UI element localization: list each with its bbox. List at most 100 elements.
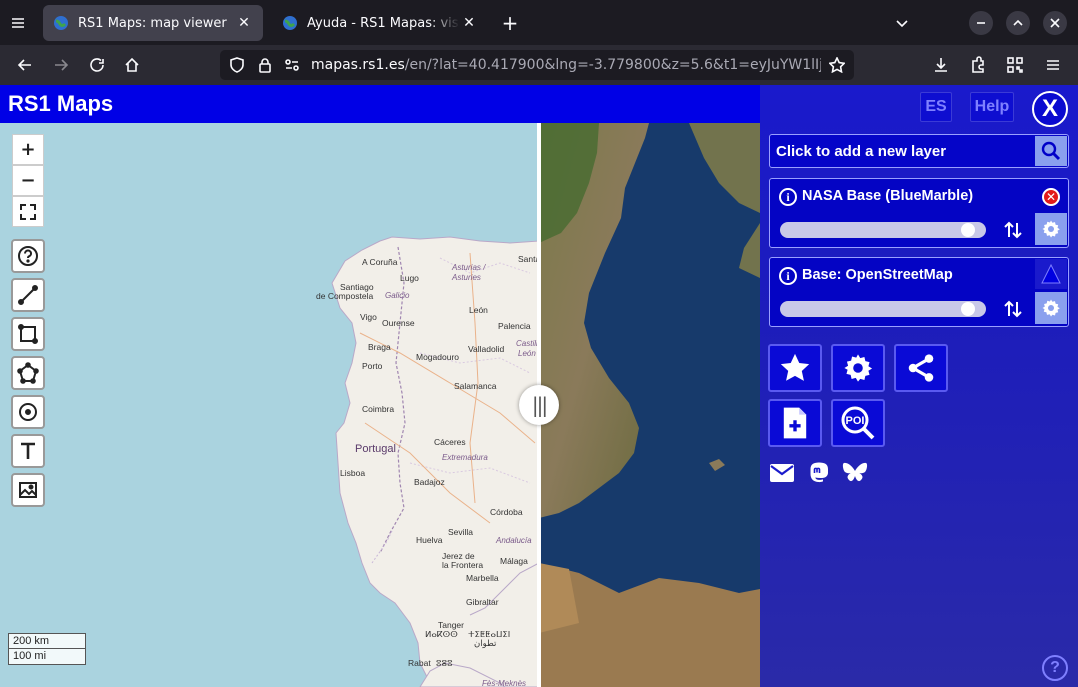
map-label-huelva: Huelva bbox=[416, 535, 443, 545]
map-label-vigo: Vigo bbox=[360, 312, 377, 322]
butterfly-icon bbox=[842, 462, 868, 482]
help-button[interactable]: Help bbox=[970, 92, 1014, 122]
map-label-a-coruna: A Coruña bbox=[362, 257, 398, 267]
share-button[interactable] bbox=[894, 344, 948, 392]
qr-code-icon[interactable] bbox=[1003, 53, 1027, 77]
maximize-icon[interactable] bbox=[1006, 11, 1030, 35]
layer-card-nasa: i NASA Base (BlueMarble) ✕ bbox=[769, 178, 1069, 248]
slider-knob[interactable] bbox=[960, 223, 975, 237]
bookmark-star-icon[interactable] bbox=[828, 56, 846, 74]
language-es-button[interactable]: ES bbox=[920, 92, 952, 122]
swap-layer-order-icon[interactable] bbox=[1002, 298, 1024, 320]
layer-opacity-slider[interactable] bbox=[780, 301, 986, 317]
tab-overflow-chevron-icon[interactable] bbox=[890, 11, 914, 35]
map-label-leon: León bbox=[469, 305, 488, 315]
zoom-out-button[interactable]: − bbox=[12, 165, 44, 196]
draw-line-button[interactable] bbox=[11, 278, 45, 312]
circle-icon bbox=[19, 403, 37, 421]
swipe-handle[interactable]: ||| bbox=[519, 385, 559, 425]
draw-rectangle-button[interactable] bbox=[11, 317, 45, 351]
tab-label: RS1 Maps: map viewer bbox=[78, 15, 227, 31]
layer-settings-button[interactable] bbox=[1035, 292, 1067, 324]
help-circle-button[interactable]: ? bbox=[1042, 655, 1068, 681]
draw-circle-button[interactable] bbox=[11, 395, 45, 429]
tab-ayuda[interactable]: Ayuda - RS1 Mapas: visualizador ✕ bbox=[272, 5, 488, 41]
new-tab-icon[interactable]: + bbox=[498, 11, 522, 35]
line-icon bbox=[18, 285, 38, 305]
poi-search-button[interactable]: POI bbox=[831, 399, 885, 447]
settings-button[interactable] bbox=[831, 344, 885, 392]
home-icon[interactable] bbox=[120, 53, 144, 77]
forward-icon[interactable] bbox=[49, 53, 73, 77]
url-bar[interactable]: mapas.rs1.es/en/?lat=40.417900&lng=-3.77… bbox=[220, 50, 854, 80]
move-layer-up-button[interactable] bbox=[1035, 259, 1067, 289]
remove-layer-icon[interactable]: ✕ bbox=[1042, 188, 1060, 206]
map-label-malaga: Málaga bbox=[500, 556, 528, 566]
downloads-icon[interactable] bbox=[929, 53, 953, 77]
bluesky-link[interactable] bbox=[842, 460, 868, 486]
map-label-galicio: Galicio bbox=[385, 291, 410, 300]
map-label-coimbra: Coimbra bbox=[362, 404, 395, 414]
globe-favicon-icon bbox=[283, 16, 297, 30]
lock-icon[interactable] bbox=[256, 56, 274, 74]
tab-list-icon[interactable] bbox=[6, 11, 30, 35]
site-title: RS1 Maps bbox=[8, 91, 114, 116]
iberian-peninsula-osm-land bbox=[331, 236, 539, 687]
info-icon[interactable]: i bbox=[779, 267, 797, 285]
tab-close-icon[interactable]: ✕ bbox=[460, 15, 478, 31]
add-image-button[interactable] bbox=[11, 473, 45, 507]
layer-opacity-slider[interactable] bbox=[780, 222, 986, 238]
map-label-fes: Fès-Meknès bbox=[482, 679, 527, 687]
tab-rs1-maps[interactable]: RS1 Maps: map viewer ✕ bbox=[43, 5, 263, 41]
back-icon[interactable] bbox=[13, 53, 37, 77]
add-layer-field[interactable]: Click to add a new layer bbox=[769, 134, 1069, 168]
close-panel-button[interactable]: X bbox=[1032, 91, 1068, 127]
close-window-icon[interactable] bbox=[1043, 11, 1067, 35]
rectangle-icon bbox=[18, 324, 38, 344]
reload-icon[interactable] bbox=[85, 53, 109, 77]
help-tool-button[interactable] bbox=[11, 239, 45, 273]
satellite-map-pane[interactable] bbox=[539, 123, 760, 687]
search-icon bbox=[1041, 141, 1061, 161]
zoom-in-button[interactable]: + bbox=[12, 134, 44, 165]
map-viewer[interactable]: A Coruña Lugo Asturias / Asturies Santa … bbox=[0, 123, 760, 687]
map-label-marbella: Marbella bbox=[466, 573, 499, 583]
gear-icon bbox=[1042, 299, 1060, 317]
swap-layer-order-icon[interactable] bbox=[1002, 219, 1024, 241]
text-icon bbox=[21, 442, 35, 459]
osm-map-pane[interactable]: A Coruña Lugo Asturias / Asturies Santa … bbox=[0, 123, 540, 687]
info-icon[interactable]: i bbox=[779, 188, 797, 206]
permissions-icon[interactable] bbox=[283, 56, 301, 74]
email-link[interactable] bbox=[769, 460, 795, 486]
layer-settings-button[interactable] bbox=[1035, 213, 1067, 245]
shield-icon[interactable] bbox=[228, 56, 246, 74]
fullscreen-button[interactable] bbox=[12, 196, 44, 227]
add-text-button[interactable] bbox=[11, 434, 45, 468]
minimize-icon[interactable] bbox=[969, 11, 993, 35]
url-text[interactable]: mapas.rs1.es/en/?lat=40.417900&lng=-3.77… bbox=[311, 57, 821, 73]
map-scale: 200 km 100 mi bbox=[8, 633, 86, 665]
gear-icon bbox=[844, 354, 873, 382]
favorites-button[interactable] bbox=[768, 344, 822, 392]
tab-close-icon[interactable]: ✕ bbox=[235, 15, 253, 31]
extensions-icon[interactable] bbox=[966, 53, 990, 77]
map-label-la-frontera: la Frontera bbox=[442, 560, 484, 570]
map-label-badajoz: Badajoz bbox=[414, 477, 445, 487]
url-host: mapas.rs1.es bbox=[311, 57, 405, 73]
new-file-button[interactable] bbox=[768, 399, 822, 447]
site-header: RS1 Maps bbox=[0, 85, 760, 123]
app-menu-icon[interactable] bbox=[1041, 53, 1065, 77]
add-layer-search-button[interactable] bbox=[1035, 136, 1067, 166]
map-label-oeo: ⵓⴻⵓ bbox=[436, 658, 453, 668]
gear-icon bbox=[1042, 220, 1060, 238]
draw-polygon-button[interactable] bbox=[11, 356, 45, 390]
mastodon-link[interactable] bbox=[806, 460, 832, 486]
map-label-rabat: Rabat bbox=[408, 658, 431, 668]
map-label-valladolid: Valladolid bbox=[468, 344, 505, 354]
map-label-de-compostela: de Compostela bbox=[316, 291, 374, 301]
map-label-tetouan-ar: تطوان bbox=[474, 638, 497, 648]
map-label-castilla: Castill bbox=[516, 339, 538, 348]
slider-knob[interactable] bbox=[960, 302, 975, 316]
image-icon bbox=[19, 482, 37, 498]
map-label-lakss: ⵍⴰⴽⵙⵙ bbox=[425, 629, 458, 639]
